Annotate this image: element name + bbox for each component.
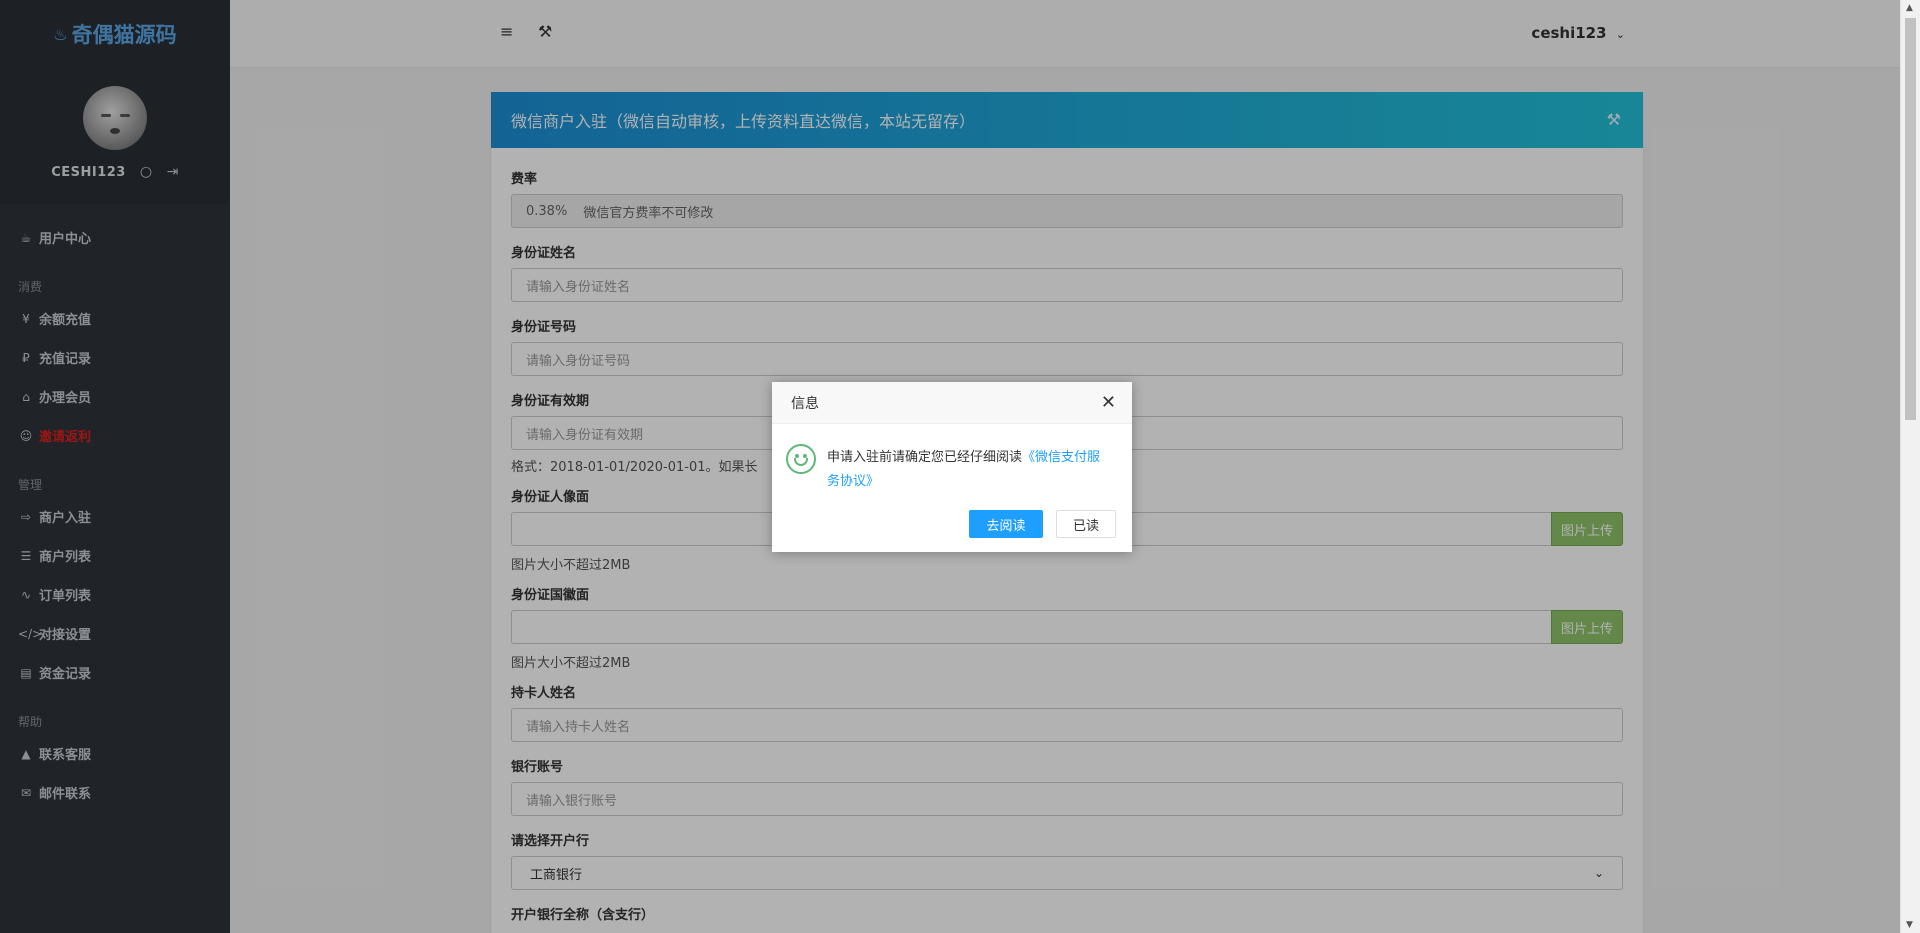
- already-read-button[interactable]: 已读: [1056, 510, 1116, 538]
- scroll-down-icon[interactable]: ▼: [1906, 920, 1913, 930]
- close-icon[interactable]: ✕: [1101, 392, 1116, 413]
- go-read-button[interactable]: 去阅读: [969, 510, 1043, 538]
- page-scrollbar[interactable]: ▲ ▼: [1900, 0, 1920, 933]
- dialog-title: 信息: [791, 395, 819, 412]
- dialog-body: 申请入驻前请确定您已经仔细阅读《微信支付服务协议》: [772, 424, 1132, 510]
- info-dialog: 信息 ✕ 申请入驻前请确定您已经仔细阅读《微信支付服务协议》 去阅读 已读: [772, 382, 1132, 552]
- smile-icon: [786, 444, 816, 474]
- dialog-title-bar: 信息 ✕: [772, 382, 1132, 424]
- dialog-message: 申请入驻前请确定您已经仔细阅读: [827, 450, 1023, 465]
- scroll-up-icon[interactable]: ▲: [1906, 3, 1913, 13]
- scroll-thumb[interactable]: [1905, 18, 1916, 420]
